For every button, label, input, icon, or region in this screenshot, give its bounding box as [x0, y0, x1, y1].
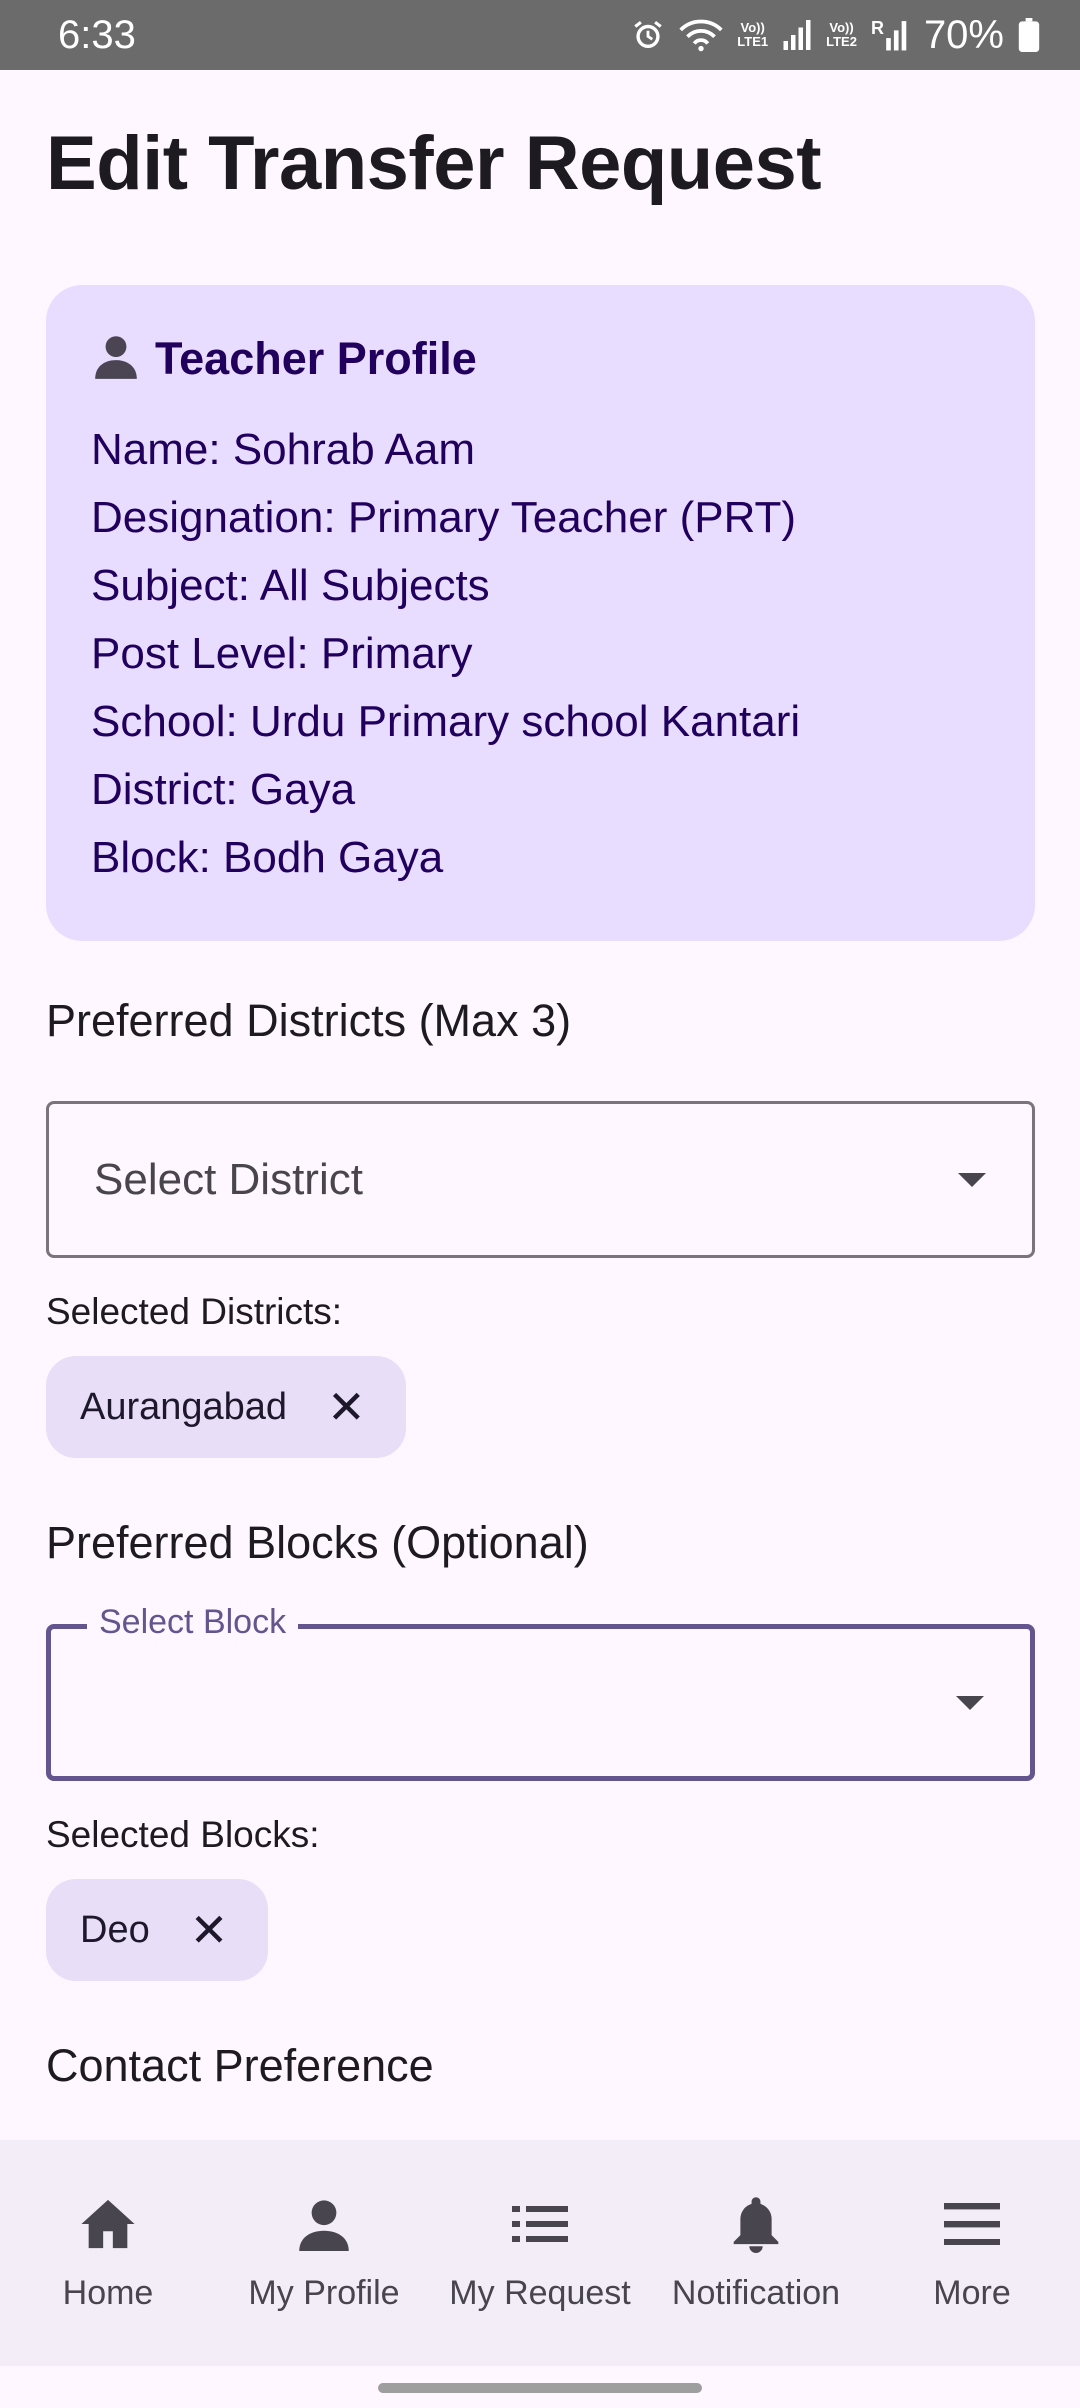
person-icon: [91, 331, 141, 386]
profile-header: Teacher Profile: [91, 331, 990, 386]
nav-item-home[interactable]: Home: [0, 2140, 216, 2366]
signal-roaming-icon: R: [871, 18, 910, 52]
battery-icon: [1018, 18, 1040, 52]
selected-blocks-label: Selected Blocks:: [46, 1814, 320, 1855]
profile-header-title: Teacher Profile: [155, 332, 477, 384]
nav-label-home: Home: [62, 2274, 154, 2312]
profile-block: Block: Bodh Gaya: [91, 833, 444, 882]
block-chip-label: Deo: [80, 1908, 150, 1951]
roaming-label: R: [870, 18, 884, 38]
menu-icon: [944, 2192, 1000, 2256]
nav-label-my-profile: My Profile: [248, 2274, 400, 2312]
bottom-navigation: Home My Profile My Request Notification …: [0, 2140, 1080, 2366]
wifi-icon: [679, 18, 723, 52]
profile-district: District: Gaya: [91, 765, 356, 814]
nav-item-my-profile[interactable]: My Profile: [216, 2140, 432, 2366]
nav-label-more: More: [933, 2274, 1011, 2312]
sim1-label: Vo)) LTE1: [737, 20, 769, 49]
battery-percent: 70%: [923, 12, 1004, 57]
close-icon[interactable]: ✕: [190, 1907, 229, 1953]
profile-designation: Designation: Primary Teacher (PRT): [91, 493, 797, 542]
contact-preference-heading: Contact Preference: [46, 2040, 434, 2091]
page-title: Edit Transfer Request: [46, 121, 822, 206]
profile-post-level: Post Level: Primary: [91, 629, 473, 678]
block-chip: Deo ✕: [46, 1879, 269, 1981]
profile-subject: Subject: All Subjects: [91, 561, 490, 610]
profile-school: School: Urdu Primary school Kantari: [91, 697, 801, 746]
home-icon: [79, 2192, 137, 2256]
sim2-label: Vo)) LTE2: [826, 20, 857, 49]
preferred-blocks-heading: Preferred Blocks (Optional): [46, 1517, 589, 1568]
status-time: 6:33: [58, 12, 136, 57]
alarm-icon: [631, 18, 665, 52]
selected-districts-label: Selected Districts:: [46, 1291, 343, 1332]
district-dropdown-placeholder: Select District: [94, 1154, 363, 1204]
nav-label-notification: Notification: [671, 2274, 841, 2312]
nav-item-notification[interactable]: Notification: [648, 2140, 864, 2366]
chevron-down-icon: [958, 1172, 986, 1187]
block-dropdown[interactable]: Select Block: [46, 1603, 1035, 1781]
nav-item-my-request[interactable]: My Request: [432, 2140, 648, 2366]
district-chip-label: Aurangabad: [80, 1385, 288, 1428]
district-chip: Aurangabad ✕: [46, 1356, 406, 1458]
preferred-districts-heading: Preferred Districts (Max 3): [46, 995, 572, 1046]
signal-icon: [782, 18, 812, 52]
status-icons: Vo)) LTE1 Vo)) LTE2 R 70%: [631, 13, 1040, 58]
block-dropdown-label: Select Block: [87, 1603, 299, 1642]
nav-item-more[interactable]: More: [864, 2140, 1080, 2366]
district-dropdown[interactable]: Select District: [46, 1101, 1035, 1258]
bell-icon: [731, 2192, 781, 2256]
chevron-down-icon: [956, 1695, 984, 1710]
status-bar: 6:33 Vo)) LTE1 Vo)) LTE2 R 70%: [0, 0, 1080, 70]
profile-name: Name: Sohrab Aam: [91, 425, 475, 474]
person-icon: [297, 2192, 351, 2256]
nav-label-my-request: My Request: [449, 2274, 631, 2312]
close-icon[interactable]: ✕: [327, 1384, 366, 1430]
home-indicator[interactable]: [378, 2383, 702, 2393]
teacher-profile-card: Teacher Profile Name: Sohrab Aam Designa…: [46, 285, 1035, 941]
list-icon: [512, 2192, 568, 2256]
